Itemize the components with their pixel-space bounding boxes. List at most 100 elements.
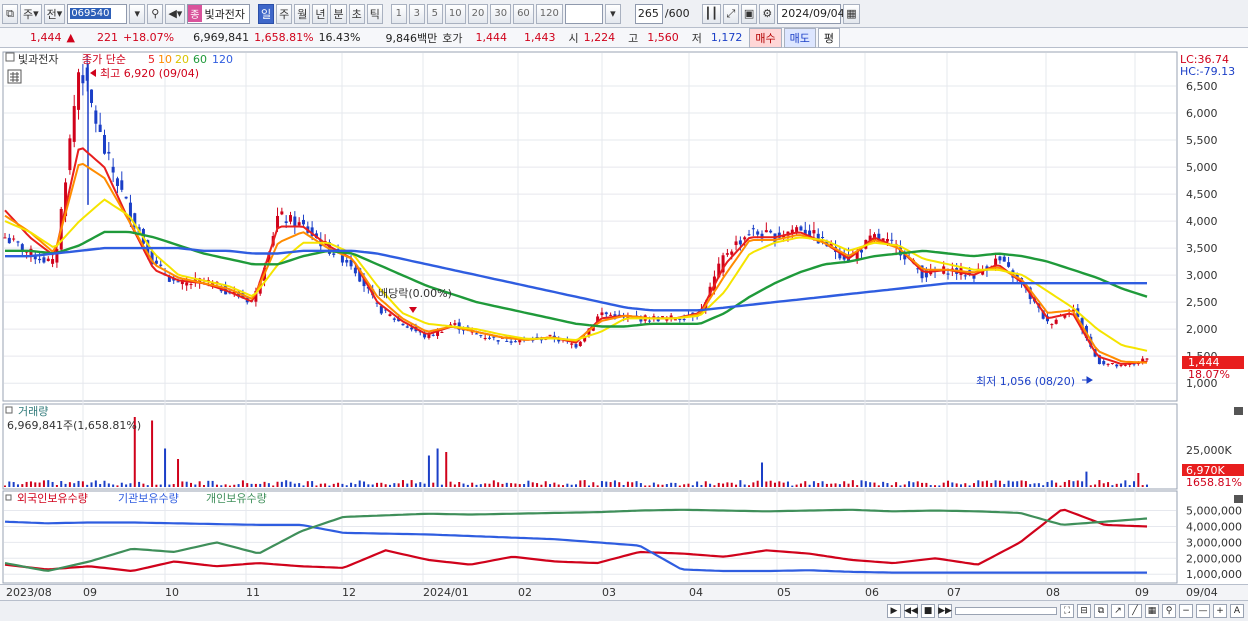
interval-30-button[interactable]: 30 xyxy=(490,3,512,24)
volume-bar xyxy=(739,480,742,487)
candle-icon[interactable]: ┃┃ xyxy=(701,3,721,24)
candle-body xyxy=(570,343,574,345)
candle-body xyxy=(1002,256,1006,262)
volume-bar xyxy=(1085,471,1088,487)
volume-bar xyxy=(293,483,296,487)
volume-bar xyxy=(324,483,327,487)
text-tool-icon[interactable]: A xyxy=(1230,604,1244,618)
candle-body xyxy=(994,258,998,266)
volume-bar xyxy=(194,484,197,487)
volume-bar xyxy=(748,485,751,487)
volume-bar xyxy=(103,480,106,487)
layout-icon[interactable]: ⧉ xyxy=(2,3,18,24)
save-icon[interactable]: ▣ xyxy=(740,3,758,24)
candle-body xyxy=(46,258,50,261)
interval-3-button[interactable]: 3 xyxy=(408,3,425,24)
sound-icon[interactable]: ◀▾ xyxy=(165,3,186,24)
volume-bar xyxy=(635,481,638,487)
custom-interval-input[interactable] xyxy=(564,3,603,24)
period-year-button[interactable]: 년 xyxy=(312,3,329,24)
volume-bar xyxy=(29,481,32,487)
compare-icon[interactable]: ⤢ xyxy=(722,3,739,24)
candle-body xyxy=(578,341,582,347)
volume-bar xyxy=(388,484,391,487)
prev-select[interactable]: 전 ▾ xyxy=(43,3,66,24)
volume-bar xyxy=(246,483,249,487)
scroll-right-icon[interactable]: ▶ xyxy=(887,604,901,618)
volume-bar xyxy=(34,482,37,487)
code-dropdown-icon[interactable]: ▾ xyxy=(129,3,146,24)
period-week-button[interactable]: 주 xyxy=(276,3,293,24)
high-price: 1,560 xyxy=(647,31,679,44)
interval-5-button[interactable]: 5 xyxy=(426,3,443,24)
table-icon-grid xyxy=(10,72,19,82)
chart-canvas[interactable]: 6,500 6,000 5,500 5,000 4,500 4,000 3,500 3,000… xyxy=(0,49,1248,584)
volume-bar xyxy=(743,484,746,487)
price-y-tick-label: 4,500 xyxy=(1186,188,1218,201)
period-minute-button[interactable]: 분 xyxy=(330,3,347,24)
stop-icon[interactable]: ■ xyxy=(921,604,935,618)
volume-bar xyxy=(38,482,41,487)
eval-button[interactable]: 평 xyxy=(817,27,840,48)
volume-bar xyxy=(419,482,422,487)
candle-body xyxy=(682,319,686,321)
date-input[interactable]: 2024/09/04 xyxy=(777,3,845,24)
fast-forward-icon[interactable]: ▶▶ xyxy=(938,604,952,618)
zoom-in-icon[interactable]: + xyxy=(1213,604,1227,618)
volume-bar xyxy=(575,484,577,487)
rewind-icon[interactable]: ◀◀ xyxy=(904,604,918,618)
zoom-out-icon[interactable]: − xyxy=(1179,604,1193,618)
candle-body xyxy=(405,326,409,328)
stock-name-box[interactable]: 종 빛과전자 xyxy=(187,3,250,24)
interval-120-button[interactable]: 120 xyxy=(535,3,563,24)
volume-bar xyxy=(73,483,76,487)
volume-bar xyxy=(1137,473,1140,487)
volume-bar xyxy=(1128,485,1131,487)
sell-button[interactable]: 매도 xyxy=(783,27,816,48)
candle-body xyxy=(769,230,773,233)
volume-close-icon[interactable] xyxy=(1234,407,1243,415)
line-tool-icon[interactable]: ╱ xyxy=(1128,604,1142,618)
interval-dropdown-icon[interactable]: ▾ xyxy=(604,3,621,24)
period-tick-button[interactable]: 틱 xyxy=(366,3,383,24)
candle-body xyxy=(738,240,742,245)
price-y-tick-label: 6,000 xyxy=(1186,107,1218,120)
interval-10-button[interactable]: 10 xyxy=(444,3,466,24)
stock-code-input[interactable]: 069540 xyxy=(67,3,128,24)
draw-tool-icon[interactable]: ↗ xyxy=(1111,604,1125,618)
volume-bar xyxy=(164,448,167,487)
volume-bar xyxy=(207,480,210,487)
search-icon[interactable]: ⚲ xyxy=(147,3,164,24)
interval-60-button[interactable]: 60 xyxy=(513,3,534,24)
candle-body xyxy=(51,258,55,264)
volume-bar xyxy=(1046,481,1049,487)
interval-1-button[interactable]: 1 xyxy=(390,3,407,24)
period-day-button[interactable]: 일 xyxy=(257,3,275,24)
grid-tool-icon[interactable]: ▦ xyxy=(1145,604,1159,618)
market-select[interactable]: 주 ▾ xyxy=(20,3,42,24)
candle-body xyxy=(102,134,106,154)
scroll-slider[interactable] xyxy=(955,607,1057,615)
candle-body xyxy=(574,344,578,348)
zoom-fit-icon[interactable]: ⛶ xyxy=(1060,604,1074,618)
candle-body xyxy=(479,335,483,337)
period-month-button[interactable]: 월 xyxy=(294,3,311,24)
buy-button[interactable]: 매수 xyxy=(749,27,782,48)
count-input[interactable]: 265 xyxy=(634,3,663,24)
bottom-navigation: ▶ ◀◀ ■ ▶▶ ⛶ ⊟ ⧉ ↗ ╱ ▦ ⚲ − — + A xyxy=(0,600,1248,621)
zoom-reset-icon[interactable]: — xyxy=(1196,604,1210,618)
volume-bar xyxy=(1141,485,1144,487)
calendar-icon[interactable]: ▦ xyxy=(843,3,860,24)
split-icon[interactable]: ⊟ xyxy=(1077,604,1091,618)
volume-bar xyxy=(942,482,945,487)
magnifier-icon[interactable]: ⚲ xyxy=(1162,604,1176,618)
gear-icon[interactable]: ⚙ xyxy=(759,3,776,24)
open-label: 시 xyxy=(568,31,579,45)
period-second-button[interactable]: 초 xyxy=(348,3,365,24)
candle-body xyxy=(1050,324,1054,326)
holding-close-icon[interactable] xyxy=(1234,495,1243,503)
volume-bar xyxy=(68,482,71,487)
interval-20-button[interactable]: 20 xyxy=(467,3,489,24)
x-label-09: 09 xyxy=(83,586,97,599)
overlay-icon[interactable]: ⧉ xyxy=(1094,604,1108,618)
